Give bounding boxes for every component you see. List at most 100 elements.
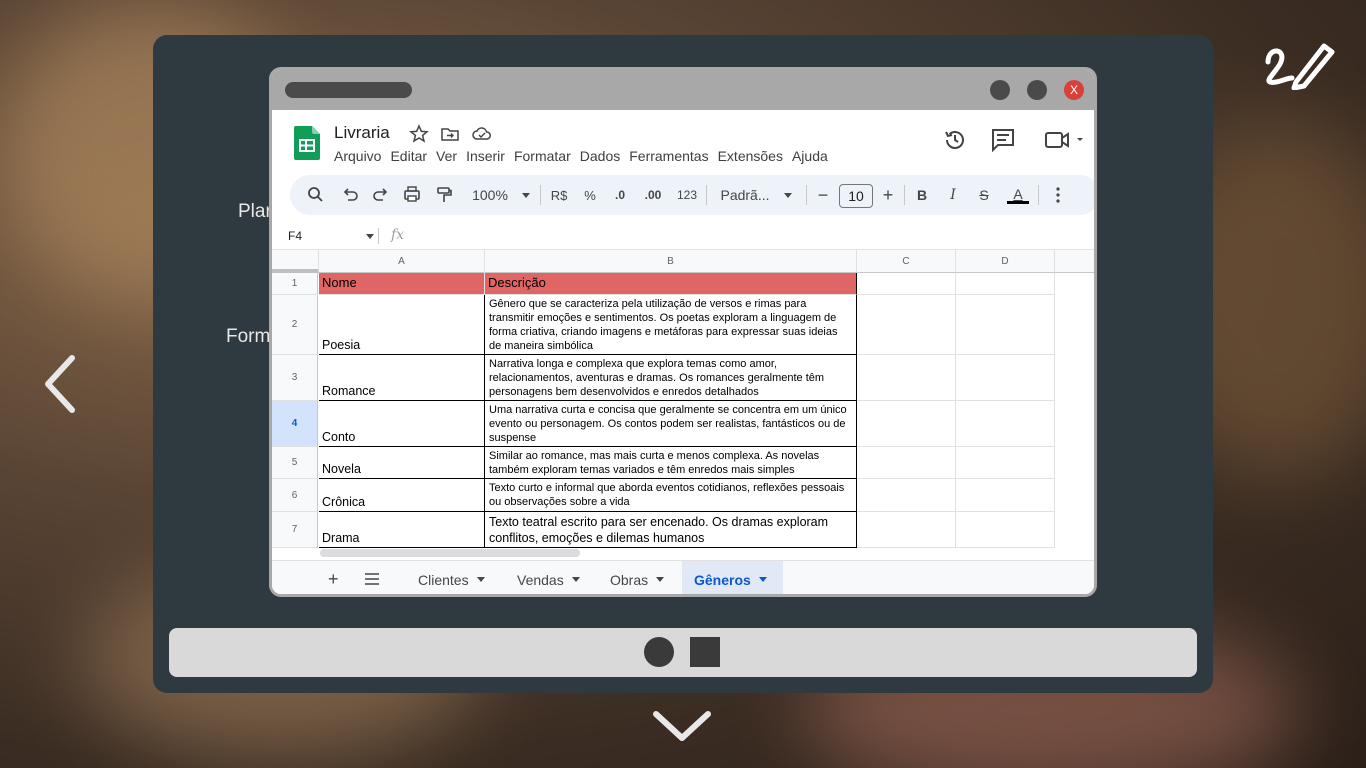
cell-a6[interactable]: Crônica bbox=[319, 479, 485, 512]
name-box-dropdown-icon[interactable] bbox=[366, 234, 374, 239]
cell-d5[interactable] bbox=[956, 447, 1055, 479]
cell-c7[interactable] bbox=[857, 512, 956, 548]
cell-d7[interactable] bbox=[956, 512, 1055, 548]
decrease-font-size-button[interactable]: − bbox=[814, 175, 832, 215]
row-header[interactable]: 7 bbox=[272, 512, 318, 548]
meet-video-icon[interactable] bbox=[1044, 127, 1086, 153]
document-title[interactable]: Livraria bbox=[334, 123, 390, 143]
cloud-saved-icon[interactable] bbox=[472, 124, 492, 144]
percent-format-button[interactable]: % bbox=[580, 175, 600, 215]
menu-arquivo[interactable]: Arquivo bbox=[334, 148, 381, 164]
cell-a2[interactable]: Poesia bbox=[319, 295, 485, 355]
maximize-button[interactable] bbox=[1027, 80, 1047, 100]
cell-b7[interactable]: Texto teatral escrito para ser encenado.… bbox=[485, 512, 857, 548]
menu-ver[interactable]: Ver bbox=[436, 148, 457, 164]
star-icon[interactable] bbox=[409, 124, 429, 144]
cell-c3[interactable] bbox=[857, 355, 956, 401]
cell-d3[interactable] bbox=[956, 355, 1055, 401]
cell-a5[interactable]: Novela bbox=[319, 447, 485, 479]
row-header[interactable]: 1 bbox=[272, 273, 318, 295]
cell-a1[interactable]: Nome bbox=[319, 273, 485, 295]
zoom-value: 100% bbox=[472, 187, 508, 203]
row-header[interactable]: 3 bbox=[272, 355, 318, 401]
row-header[interactable]: 6 bbox=[272, 479, 318, 512]
menu-inserir[interactable]: Inserir bbox=[466, 148, 505, 164]
cell-d4[interactable] bbox=[956, 401, 1055, 447]
row-header[interactable]: 5 bbox=[272, 447, 318, 479]
horizontal-scrollbar[interactable] bbox=[320, 549, 580, 557]
sheet-tab-clientes[interactable]: Clientes bbox=[418, 561, 485, 594]
formula-bar: F4 fx bbox=[272, 222, 1094, 250]
cell-d1[interactable] bbox=[956, 273, 1055, 295]
add-sheet-button[interactable]: + bbox=[328, 561, 339, 594]
previous-arrow-icon[interactable] bbox=[40, 352, 80, 416]
cell-d2[interactable] bbox=[956, 295, 1055, 355]
print-icon[interactable] bbox=[402, 175, 422, 215]
record-button[interactable] bbox=[644, 637, 674, 667]
zoom-select[interactable]: 100% bbox=[466, 175, 536, 215]
cell-b3[interactable]: Narrativa longa e complexa que explora t… bbox=[485, 355, 857, 401]
cell-c4[interactable] bbox=[857, 401, 956, 447]
cell-b6[interactable]: Texto curto e informal que aborda evento… bbox=[485, 479, 857, 512]
column-header-a[interactable]: A bbox=[319, 250, 485, 273]
paint-format-icon[interactable] bbox=[434, 175, 454, 215]
move-to-folder-icon[interactable] bbox=[440, 124, 460, 144]
column-header-b[interactable]: B bbox=[485, 250, 857, 273]
increase-decimal-button[interactable]: .00 bbox=[639, 175, 667, 215]
toolbar-divider bbox=[706, 185, 707, 205]
cell-b4[interactable]: Uma narrativa curta e concisa que geralm… bbox=[485, 401, 857, 447]
font-size-input[interactable]: 10 bbox=[839, 184, 873, 208]
cell-c6[interactable] bbox=[857, 479, 956, 512]
menu-dados[interactable]: Dados bbox=[580, 148, 620, 164]
cell-c2[interactable] bbox=[857, 295, 956, 355]
cell-d6[interactable] bbox=[956, 479, 1055, 512]
menu-ajuda[interactable]: Ajuda bbox=[792, 148, 828, 164]
sheet-tab-vendas[interactable]: Vendas bbox=[517, 561, 580, 594]
toolbar-divider bbox=[540, 185, 541, 205]
sheet-tab-generos[interactable]: Gêneros bbox=[682, 561, 783, 594]
column-header-e[interactable] bbox=[1055, 250, 1094, 273]
name-box[interactable]: F4 bbox=[288, 229, 302, 243]
cell-a3[interactable]: Romance bbox=[319, 355, 485, 401]
stop-button[interactable] bbox=[690, 637, 720, 667]
comments-icon[interactable] bbox=[990, 127, 1016, 153]
italic-button[interactable]: I bbox=[943, 175, 963, 215]
menu-editar[interactable]: Editar bbox=[390, 148, 427, 164]
google-sheets-logo-icon[interactable] bbox=[294, 126, 320, 160]
sheet-tab-obras[interactable]: Obras bbox=[610, 561, 665, 594]
close-button[interactable]: X bbox=[1064, 80, 1084, 100]
cell-b2[interactable]: Gênero que se caracteriza pela utilizaçã… bbox=[485, 295, 857, 355]
column-header-d[interactable]: D bbox=[956, 250, 1055, 273]
menu-ferramentas[interactable]: Ferramentas bbox=[629, 148, 708, 164]
minimize-button[interactable] bbox=[990, 80, 1010, 100]
cell-b5[interactable]: Similar ao romance, mas mais curta e men… bbox=[485, 447, 857, 479]
annotate-pen-icon[interactable] bbox=[1262, 38, 1336, 90]
expand-down-arrow-icon[interactable] bbox=[650, 706, 714, 746]
cell-b1[interactable]: Descrição bbox=[485, 273, 857, 295]
search-menus-icon[interactable] bbox=[306, 175, 326, 215]
strikethrough-button[interactable]: S bbox=[974, 175, 994, 215]
cell-a4[interactable]: Conto bbox=[319, 401, 485, 447]
all-sheets-menu-icon[interactable] bbox=[364, 561, 380, 597]
cell-c5[interactable] bbox=[857, 447, 956, 479]
increase-font-size-button[interactable]: + bbox=[879, 175, 897, 215]
version-history-icon[interactable] bbox=[942, 127, 968, 153]
toolbar-divider bbox=[904, 185, 905, 205]
column-header-c[interactable]: C bbox=[857, 250, 956, 273]
bold-button[interactable]: B bbox=[912, 175, 932, 215]
row-header[interactable]: 2 bbox=[272, 295, 318, 355]
decrease-decimal-button[interactable]: .0 bbox=[608, 175, 632, 215]
undo-icon[interactable] bbox=[340, 175, 360, 215]
more-options-icon[interactable] bbox=[1048, 175, 1068, 215]
menu-formatar[interactable]: Formatar bbox=[514, 148, 571, 164]
currency-format-button[interactable]: R$ bbox=[546, 175, 572, 215]
cell-a7[interactable]: Drama bbox=[319, 512, 485, 548]
text-color-button[interactable]: A bbox=[1006, 175, 1030, 215]
more-formats-button[interactable]: 123 bbox=[673, 175, 701, 215]
redo-icon[interactable] bbox=[371, 175, 391, 215]
font-family-select[interactable]: Padrã... bbox=[714, 175, 798, 215]
menu-extensoes[interactable]: Extensões bbox=[718, 148, 783, 164]
row-header-selected[interactable]: 4 bbox=[272, 401, 318, 447]
select-all-corner[interactable] bbox=[272, 250, 319, 273]
cell-c1[interactable] bbox=[857, 273, 956, 295]
